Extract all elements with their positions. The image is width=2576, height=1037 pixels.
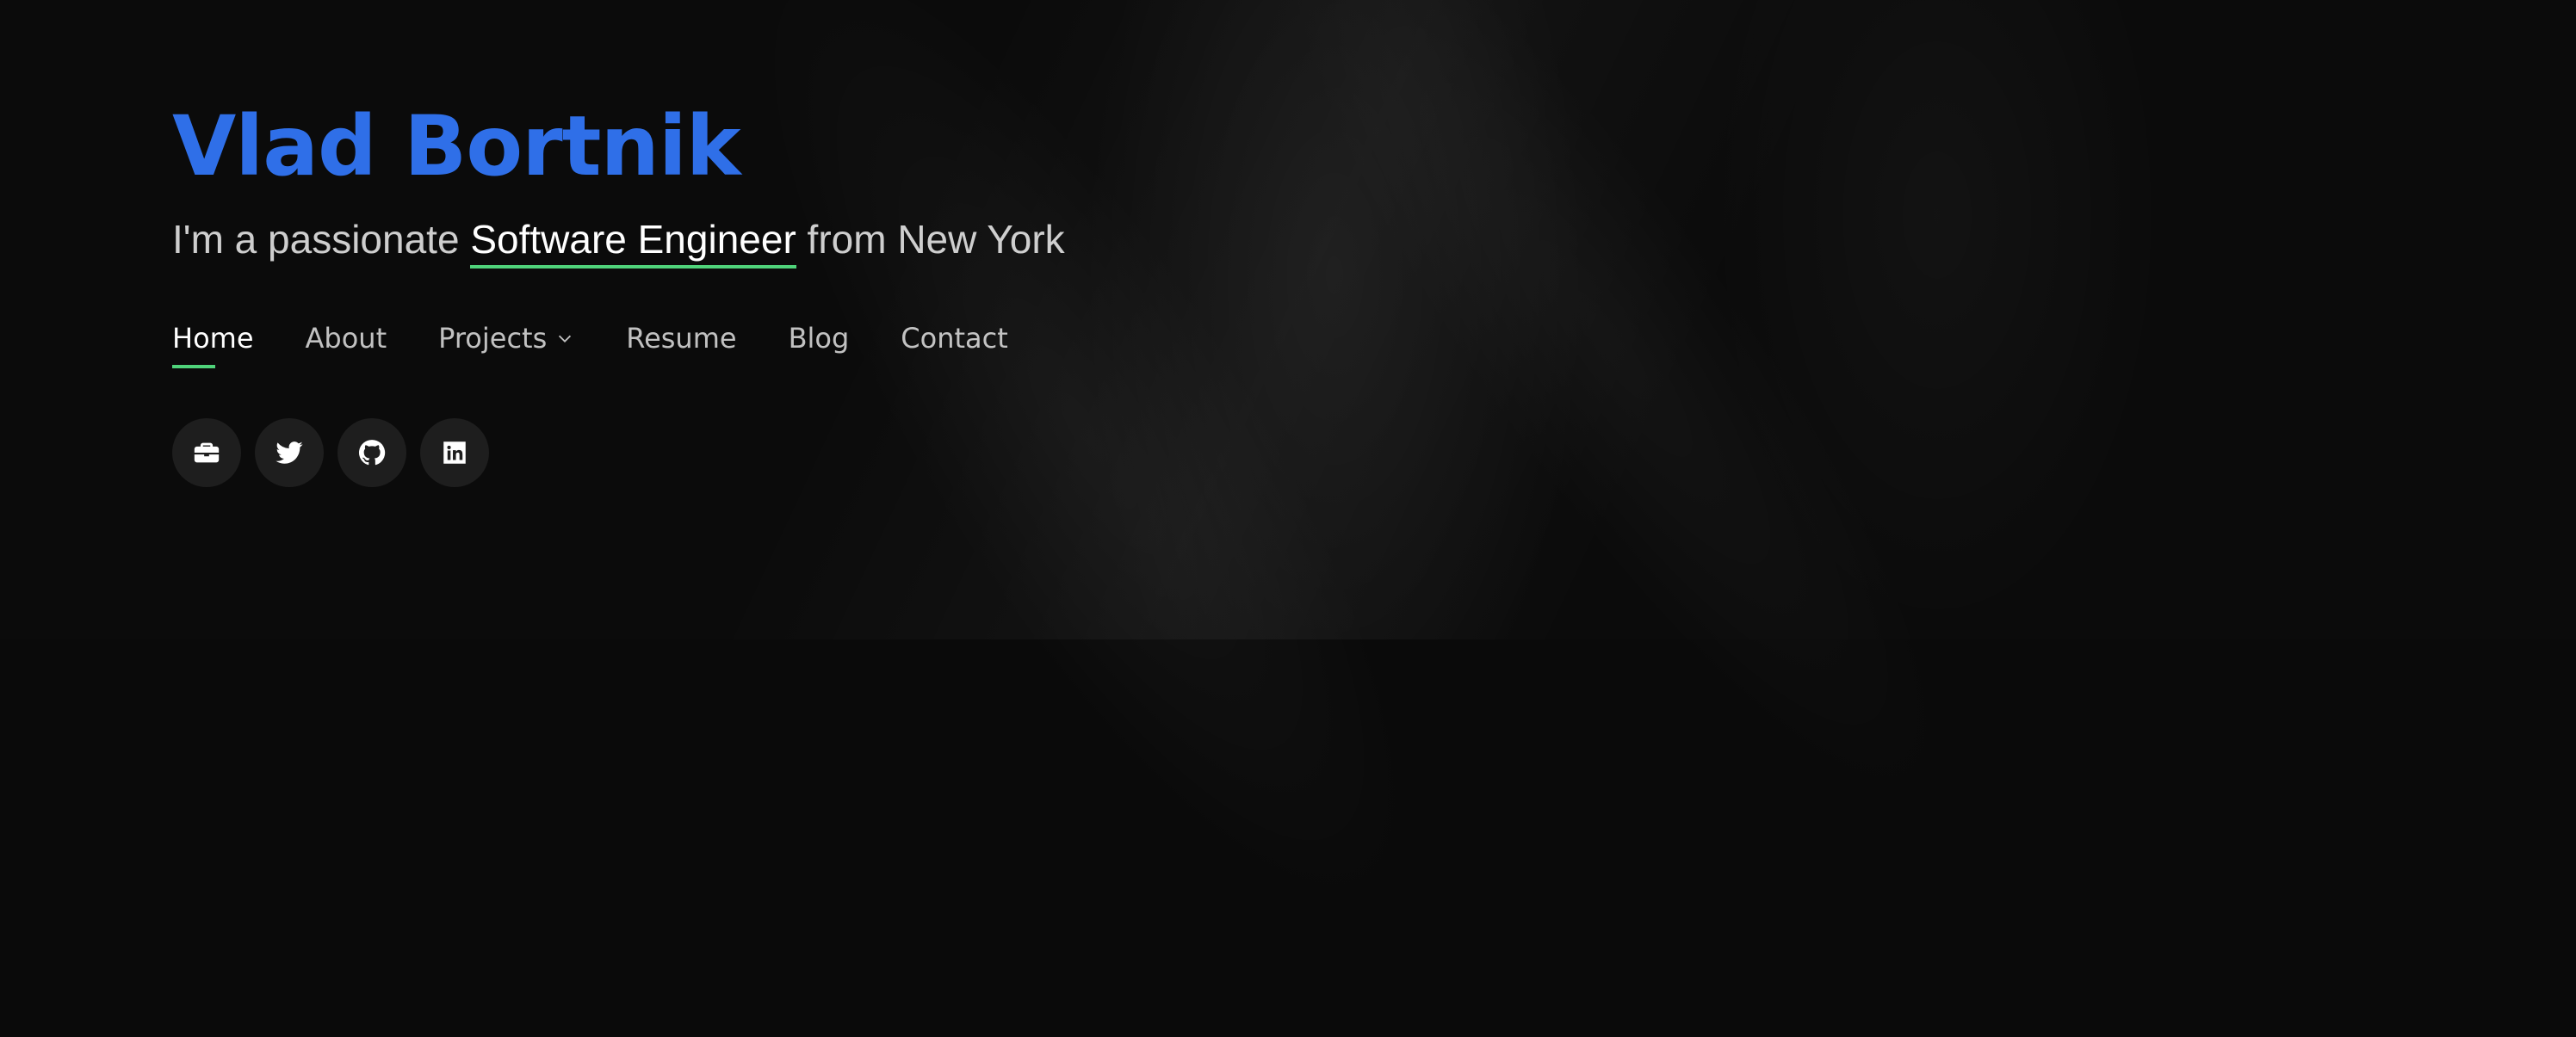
nav-item-contact[interactable]: Contact: [901, 322, 1008, 355]
nav-item-label: Home: [172, 322, 254, 355]
hero-content: Vlad Bortnik I'm a passionate Software E…: [172, 86, 1378, 487]
twitter-icon: [276, 441, 303, 464]
chevron-down-icon: [559, 335, 572, 343]
site-title: Vlad Bortnik: [172, 98, 741, 194]
tagline-typed-role: Software Engineer: [470, 217, 796, 269]
twitter-link-button[interactable]: [255, 418, 324, 487]
nav-item-blog[interactable]: Blog: [789, 322, 850, 355]
nav-item-projects[interactable]: Projects: [438, 322, 574, 355]
nav-item-label: Contact: [901, 322, 1008, 355]
tagline: I'm a passionate Software Engineer from …: [172, 213, 1378, 269]
portfolio-link-button[interactable]: [172, 418, 241, 487]
briefcase-icon: [194, 442, 220, 463]
nav-item-home[interactable]: Home: [172, 322, 254, 368]
main-nav: Home About Projects Resume Blog Contact: [172, 317, 1378, 368]
nav-item-label: Projects: [438, 322, 548, 355]
linkedin-link-button[interactable]: [420, 418, 489, 487]
nav-item-about[interactable]: About: [306, 322, 387, 355]
nav-item-label: Resume: [626, 322, 737, 355]
linkedin-icon: [443, 441, 466, 464]
nav-item-label: About: [305, 322, 387, 355]
nav-item-label: Blog: [788, 322, 850, 355]
github-link-button[interactable]: [337, 418, 406, 487]
github-icon: [358, 440, 386, 466]
nav-item-resume[interactable]: Resume: [626, 322, 736, 355]
social-links: [172, 418, 1378, 487]
tagline-suffix: from New York: [807, 217, 1065, 262]
tagline-prefix: I'm a passionate: [172, 217, 460, 262]
